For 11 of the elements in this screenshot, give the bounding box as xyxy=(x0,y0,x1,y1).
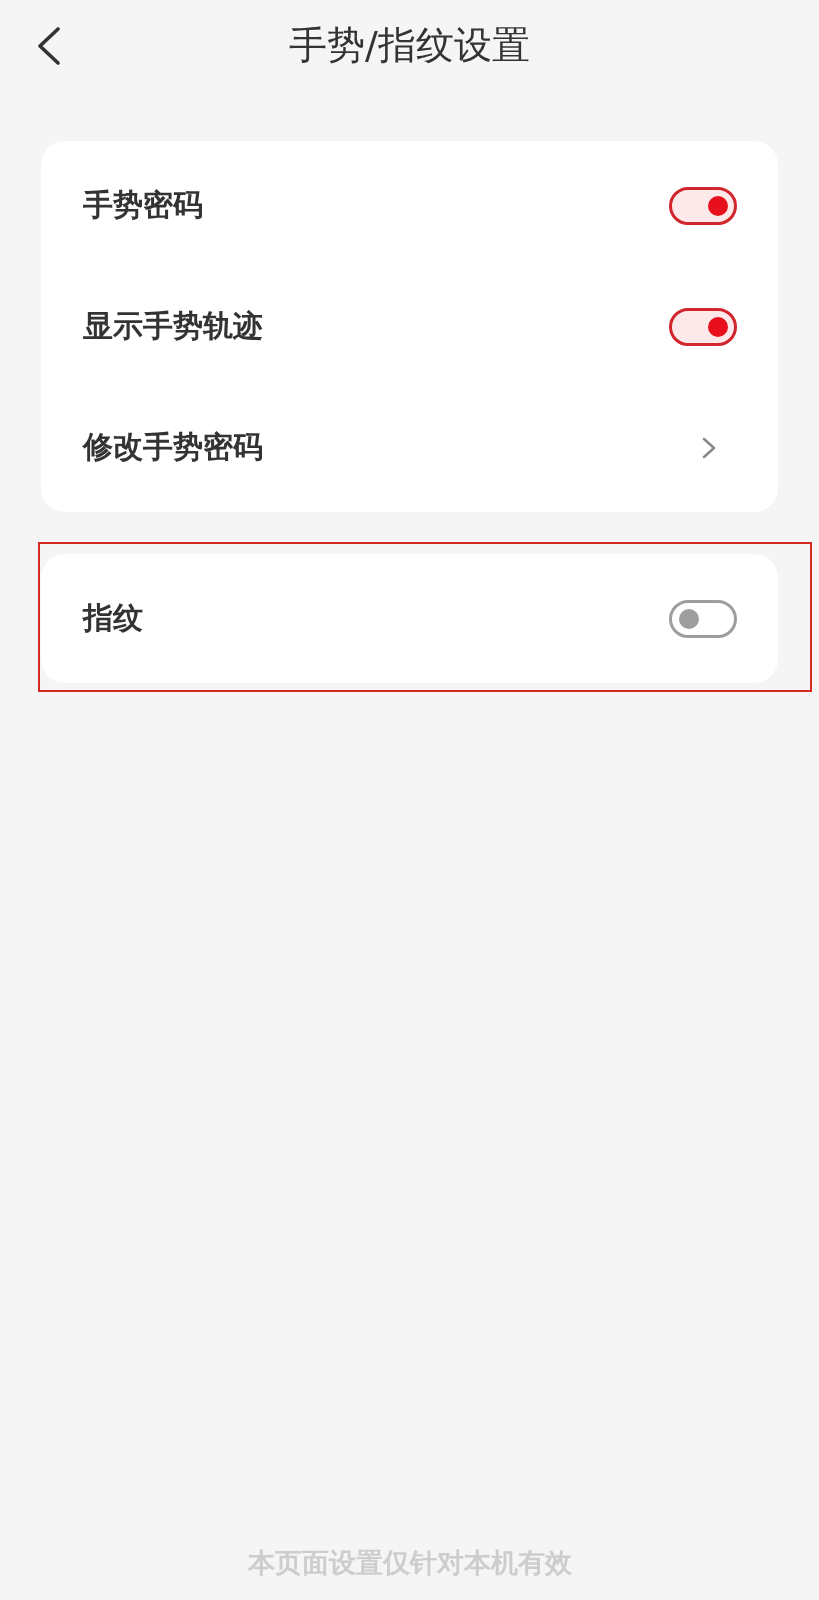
chevron-right-icon xyxy=(702,436,716,459)
setting-label: 手势密码 xyxy=(83,186,203,224)
setting-label: 指纹 xyxy=(83,599,143,637)
toggle-switch[interactable] xyxy=(669,307,737,346)
toggle-switch[interactable] xyxy=(669,599,737,638)
settings-link[interactable]: 修改手势密码 xyxy=(41,387,778,508)
chevron-left-icon xyxy=(37,27,61,65)
page-title: 手势/指纹设置 xyxy=(289,23,530,69)
setting-label: 显示手势轨迹 xyxy=(83,307,263,345)
back-button[interactable] xyxy=(37,27,61,65)
toggle-switch[interactable] xyxy=(669,186,737,225)
